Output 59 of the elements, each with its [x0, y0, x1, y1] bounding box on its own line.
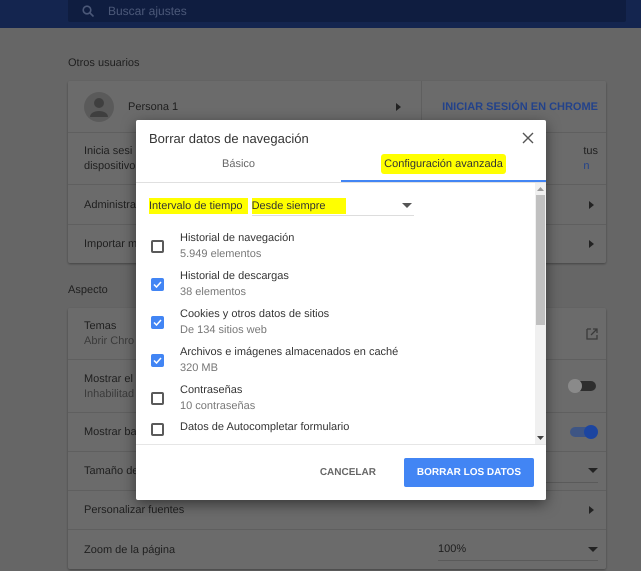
item-detail: 38 elementos	[180, 286, 248, 298]
checkbox[interactable]	[151, 316, 164, 328]
dialog-title: Borrar datos de navegación	[149, 130, 309, 146]
row-text: tus	[583, 145, 598, 157]
check-icon	[153, 280, 162, 288]
row-label: Zoom de la página	[84, 544, 176, 556]
toggle-switch[interactable]	[570, 424, 598, 440]
section-title: Otros usuarios	[68, 57, 140, 69]
caret-right-icon[interactable]	[589, 240, 594, 248]
row-label: Personalizar fuentes	[84, 504, 184, 516]
tab[interactable]: Básico	[136, 148, 341, 182]
item-detail: 320 MB	[180, 362, 219, 374]
scroll-up-icon	[537, 187, 544, 191]
section-title: Aspecto	[68, 284, 108, 296]
check-icon	[153, 356, 162, 364]
search-field[interactable]: Buscar ajustes	[68, 0, 626, 22]
external-link-icon	[586, 328, 598, 340]
dropdown-arrow-icon	[588, 468, 598, 473]
clear-data-button[interactable]: BORRAR LOS DATOS	[404, 458, 534, 487]
caret-right-icon	[396, 102, 402, 110]
item-title: Historial de navegación	[180, 232, 294, 244]
dropdown-arrow-icon	[402, 203, 412, 208]
item-detail: De 134 sitios web	[180, 324, 268, 336]
checkbox[interactable]	[151, 240, 164, 252]
close-icon	[522, 132, 534, 144]
item-title: Archivos e imágenes almacenados en caché	[180, 346, 398, 358]
time-range-dropdown[interactable]: Desde siempre	[252, 196, 414, 216]
scrollbar[interactable]	[535, 183, 546, 444]
item-title: Cookies y otros datos de sitios	[180, 308, 330, 320]
item-title: Contraseñas	[180, 384, 244, 396]
row-label: Mostrar el	[84, 372, 133, 384]
row-label: Administra	[84, 198, 136, 210]
checkbox[interactable]	[151, 392, 164, 404]
item-title: Historial de descargas	[180, 270, 289, 282]
item-title: Datos de Autocompletar formulario	[180, 421, 350, 433]
person-icon	[90, 96, 108, 116]
check-icon	[153, 318, 162, 326]
row-label: Persona 1	[128, 100, 178, 112]
scroll-down-icon	[537, 436, 544, 440]
caret-right-icon[interactable]	[589, 200, 594, 208]
time-range-label: Intervalo de tiempo	[149, 198, 248, 214]
checkbox[interactable]	[151, 278, 164, 290]
cancel-button[interactable]: CANCELAR	[310, 459, 386, 486]
dropdown-field[interactable]: 100%	[438, 538, 598, 561]
row-sublabel: dispositivo	[84, 160, 136, 172]
item-detail: 5.949 elementos	[180, 248, 262, 260]
close-button[interactable]	[522, 132, 534, 144]
tab[interactable]: Configuración avanzada	[341, 148, 546, 182]
row-label: Temas	[84, 320, 116, 332]
checkbox[interactable]	[151, 423, 164, 436]
row-label: Mostrar ba	[84, 426, 137, 438]
checkbox[interactable]	[151, 354, 164, 366]
sign-in-link[interactable]: INICIAR SESIÓN EN CHROME	[442, 100, 598, 112]
caret-right-icon[interactable]	[589, 506, 594, 514]
dropdown-arrow-icon	[588, 546, 598, 552]
search-icon	[82, 5, 94, 17]
item-detail: 10 contraseñas	[180, 400, 256, 412]
row-label: Inicia sesi	[84, 145, 132, 157]
toggle-switch[interactable]	[570, 378, 598, 394]
